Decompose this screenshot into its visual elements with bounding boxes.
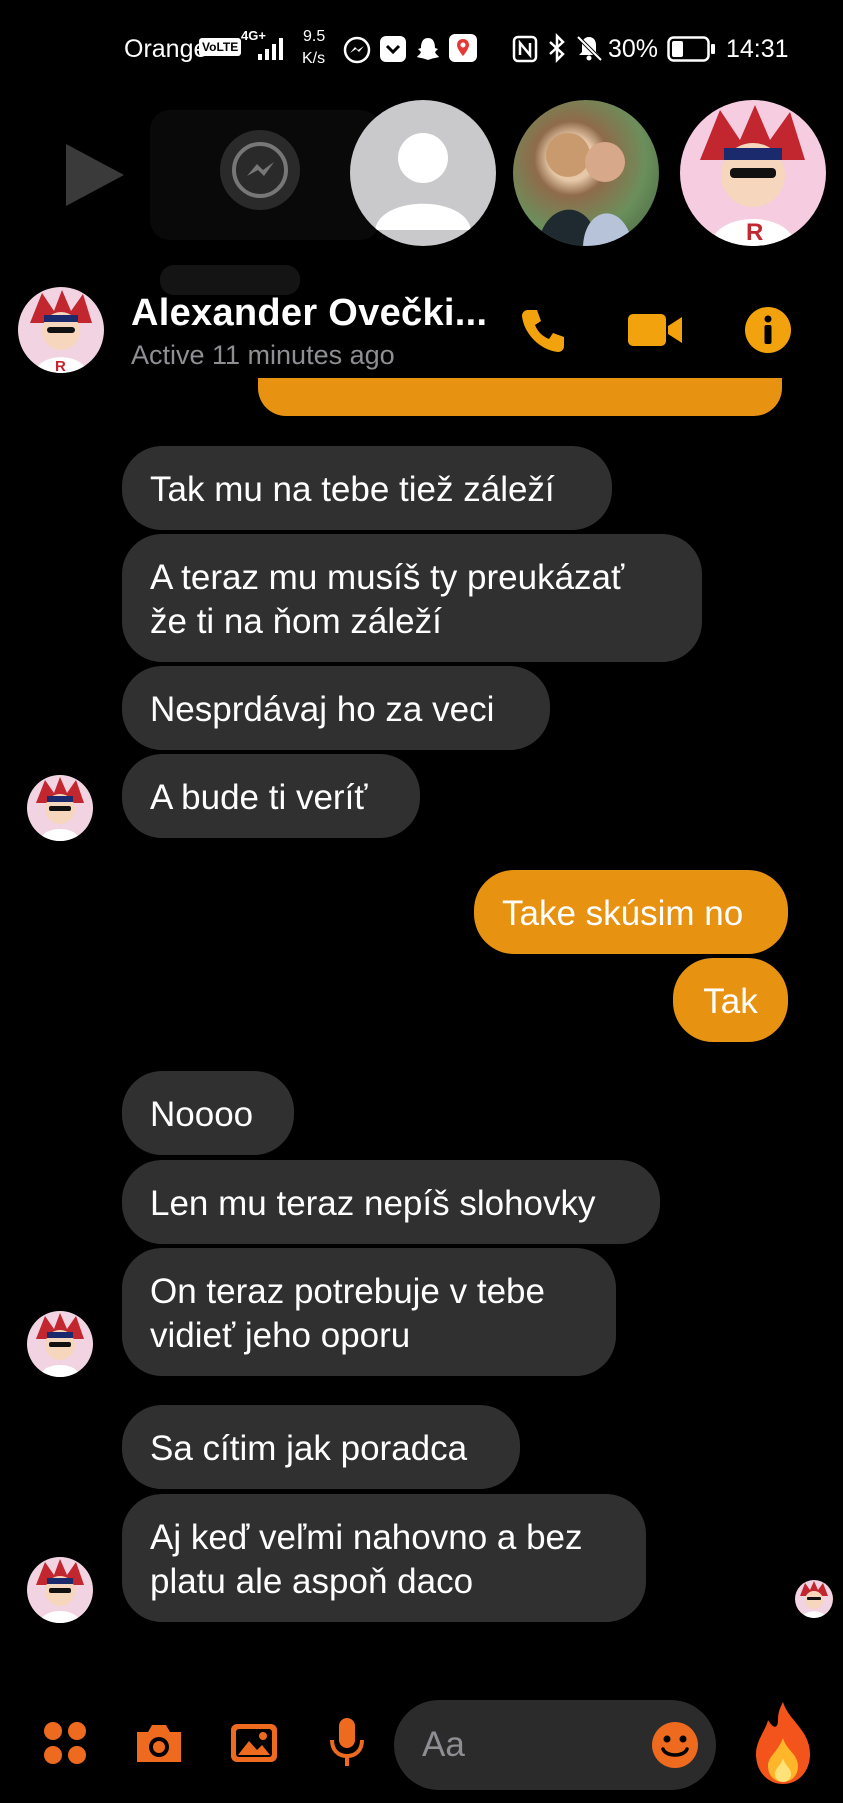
gallery-icon[interactable]: [229, 1720, 279, 1766]
message-bubble-incoming[interactable]: Nesprdávaj ho za veci: [122, 666, 550, 750]
anime-avatar: [36, 1559, 84, 1623]
camera-icon[interactable]: [133, 1720, 185, 1766]
message-bubble-incoming[interactable]: Sa cítim jak poradca: [122, 1405, 520, 1489]
pocket-status-icon: [380, 36, 406, 62]
fire-emoji-icon[interactable]: [748, 1698, 818, 1786]
contact-avatar[interactable]: R: [18, 287, 104, 373]
anime-avatar: [36, 1313, 84, 1377]
messenger-status-icon: [343, 36, 371, 64]
scrolled-message-bubble: [258, 378, 782, 416]
clock: 14:31: [726, 35, 789, 63]
conversation-header: R Alexander Ovečki... Active 11 minutes …: [0, 280, 843, 380]
status-bar: Orange VoLTE 4G+ 9.5 K/s 30% 14:31: [0, 0, 843, 100]
contact-active-status: Active 11 minutes ago: [131, 340, 395, 370]
messenger-icon: [232, 142, 288, 198]
photo-avatar: [538, 133, 633, 246]
snapchat-status-icon: [417, 38, 439, 60]
svg-text:R: R: [55, 358, 66, 373]
seen-receipt-avatar: [795, 1580, 833, 1618]
microphone-icon[interactable]: [327, 1716, 367, 1770]
message-bubble-incoming[interactable]: A teraz mu musíš ty preukázať že ti na ň…: [122, 534, 702, 662]
volte-badge: VoLTE: [199, 38, 242, 56]
sender-avatar[interactable]: [27, 1557, 93, 1623]
nfc-icon: [512, 35, 538, 63]
mute-bell-icon: [576, 35, 603, 62]
maps-status-icon: [449, 34, 477, 62]
info-icon[interactable]: [744, 306, 792, 354]
phone-call-icon[interactable]: [518, 306, 568, 356]
message-input-placeholder: Aa: [422, 1725, 465, 1764]
person-icon: [375, 133, 471, 230]
signal-icon: [258, 38, 283, 60]
messenger-chathead[interactable]: [220, 130, 300, 210]
anime-avatar: R: [700, 105, 805, 246]
battery-icon: [667, 36, 715, 62]
message-bubble-outgoing[interactable]: Take skúsim no: [474, 870, 788, 954]
network-speed-unit: K/s: [302, 50, 326, 67]
message-bubble-outgoing[interactable]: Tak: [673, 958, 788, 1042]
composer-bar: Aa: [0, 1680, 843, 1803]
sender-avatar[interactable]: [27, 775, 93, 841]
video-call-icon[interactable]: [626, 308, 684, 352]
network-speed-value: 9.5: [303, 28, 326, 45]
message-bubble-incoming[interactable]: On teraz potrebuje v tebe vidieť jeho op…: [122, 1248, 616, 1376]
anime-avatar: [36, 777, 84, 841]
emoji-icon[interactable]: [650, 1720, 700, 1770]
bluetooth-icon: [549, 33, 565, 63]
more-actions-icon[interactable]: [42, 1720, 88, 1766]
chat-heads-row: R: [0, 100, 843, 295]
anime-avatar: [800, 1581, 828, 1618]
contact-name[interactable]: Alexander Ovečki...: [131, 292, 491, 335]
message-bubble-incoming[interactable]: Len mu teraz nepíš slohovky: [122, 1160, 660, 1244]
family-photo-chathead[interactable]: [513, 100, 659, 246]
battery-percentage: 30%: [608, 35, 659, 63]
play-icon[interactable]: [60, 140, 130, 210]
message-bubble-incoming[interactable]: Aj keď veľmi nahovno a bez platu ale asp…: [122, 1494, 646, 1622]
anime-avatar: R: [30, 290, 92, 373]
anime-avatar-chathead[interactable]: R: [680, 100, 826, 246]
sender-avatar[interactable]: [27, 1311, 93, 1377]
message-bubble-incoming[interactable]: Noooo: [122, 1071, 294, 1155]
generic-user-chathead[interactable]: [350, 100, 496, 246]
message-input[interactable]: Aa: [394, 1700, 716, 1790]
carrier-label: Orange: [124, 35, 208, 63]
svg-text:R: R: [746, 219, 763, 246]
message-bubble-incoming[interactable]: A bude ti veríť: [122, 754, 420, 838]
message-bubble-incoming[interactable]: Tak mu na tebe tiež záleží: [122, 446, 612, 530]
